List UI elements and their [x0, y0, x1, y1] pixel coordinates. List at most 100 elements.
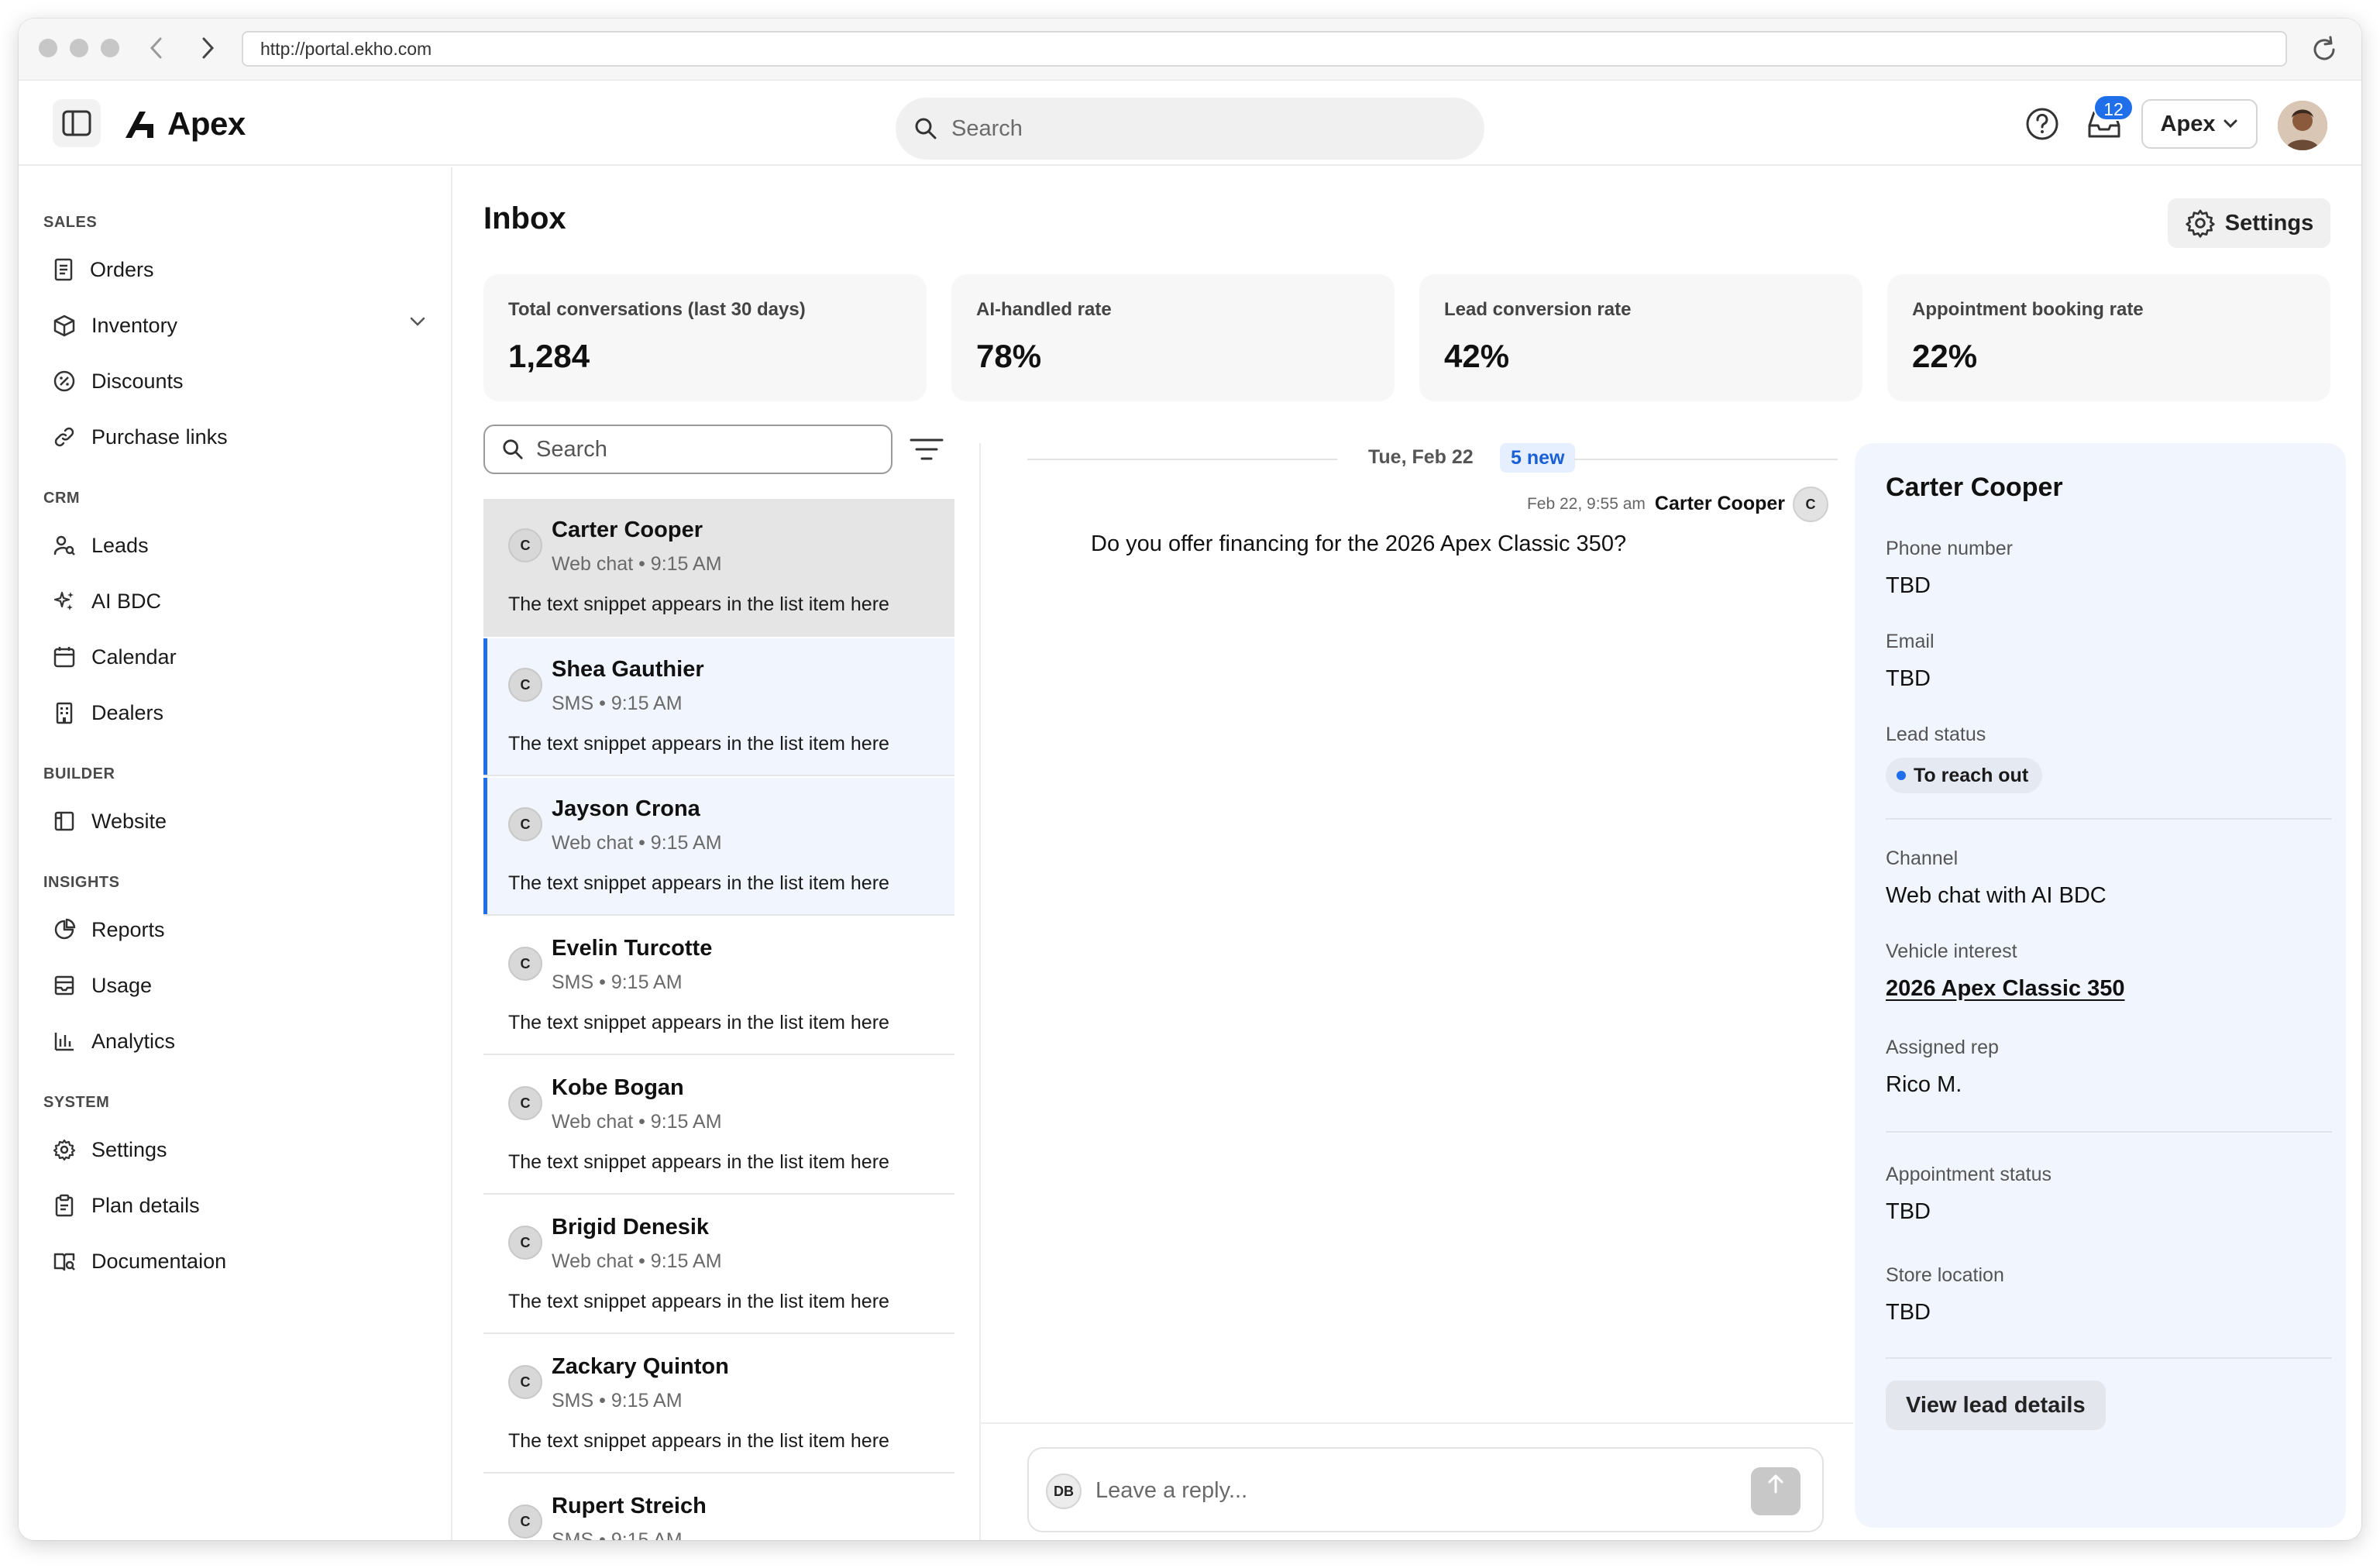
conversation-avatar: C: [508, 1086, 542, 1120]
conversation-avatar: C: [508, 668, 542, 702]
sidebar-item-label: Leads: [91, 533, 149, 557]
conversation-meta: SMS • 9:15 AM: [552, 1529, 683, 1540]
sidebar-item-discounts[interactable]: Discounts: [53, 361, 432, 401]
message-timestamp: Feb 22, 9:55 am: [1526, 494, 1646, 513]
user-search-icon: [53, 535, 75, 555]
sidebar-item-reports[interactable]: Reports: [53, 910, 432, 950]
receipt-icon: [54, 258, 73, 281]
back-button[interactable]: [143, 34, 170, 62]
date-line-left: [1027, 459, 1337, 460]
conversation-meta: Web chat • 9:15 AM: [552, 832, 722, 854]
sidebar-item-settings[interactable]: Settings: [53, 1130, 432, 1170]
sidebar-item-ai-bdc[interactable]: AI BDC: [53, 581, 432, 621]
conversation-item[interactable]: C Brigid Denesik Web chat • 9:15 AM The …: [483, 1196, 954, 1334]
sidebar-item-leads[interactable]: Leads: [53, 525, 432, 566]
conversation-avatar: C: [508, 807, 542, 841]
window-maximize-button[interactable]: [101, 39, 119, 57]
conversation-meta: SMS • 9:15 AM: [552, 1390, 683, 1412]
sidebar-item-plan-details[interactable]: Plan details: [53, 1185, 432, 1226]
help-circle-icon: [2026, 108, 2058, 140]
sidebar-item-label: Calendar: [91, 645, 177, 669]
window-close-button[interactable]: [39, 39, 57, 57]
page-title: Inbox: [483, 201, 566, 236]
email-label: Email: [1886, 631, 1935, 652]
sidebar-item-label: Purchase links: [91, 425, 228, 449]
conversation-snippet: The text snippet appears in the list ite…: [508, 1291, 889, 1312]
chevron-down-icon[interactable]: [409, 316, 426, 327]
building-icon: [56, 702, 73, 724]
sidebar-item-analytics[interactable]: Analytics: [53, 1021, 432, 1061]
filter-button[interactable]: [908, 434, 945, 465]
sidebar-item-orders[interactable]: Orders: [53, 249, 432, 290]
sidebar-item-dealers[interactable]: Dealers: [53, 693, 432, 733]
search-icon: [915, 118, 937, 139]
thread-date: Tue, Feb 22: [1368, 446, 1474, 468]
arrow-up-icon: [1768, 1474, 1783, 1494]
sidebar-toggle-button[interactable]: [53, 99, 101, 147]
forward-button[interactable]: [194, 34, 222, 62]
unread-indicator: [483, 638, 487, 775]
reload-icon: [2313, 36, 2335, 60]
help-button[interactable]: [2024, 105, 2061, 143]
stat-label: Total conversations (last 30 days): [508, 299, 806, 320]
conversation-item[interactable]: C Rupert Streich SMS • 9:15 AM: [483, 1475, 954, 1540]
conversation-search-input[interactable]: Search: [483, 425, 892, 474]
conversation-item[interactable]: C Zackary Quinton SMS • 9:15 AM The text…: [483, 1336, 954, 1473]
conversation-name: Zackary Quinton: [552, 1354, 729, 1379]
conversation-item[interactable]: C Shea Gauthier SMS • 9:15 AM The text s…: [483, 638, 954, 776]
vehicle-interest-label: Vehicle interest: [1886, 940, 2017, 962]
conversation-avatar: C: [508, 947, 542, 981]
inbox-stack-icon: [54, 975, 74, 995]
date-separator: Tue, Feb 22 5 new: [1027, 443, 1838, 474]
conversation-snippet: The text snippet appears in the list ite…: [508, 733, 889, 755]
reload-button[interactable]: [2309, 34, 2340, 65]
sidebar-item-purchase-links[interactable]: Purchase links: [53, 417, 432, 457]
sidebar-item-calendar[interactable]: Calendar: [53, 637, 432, 677]
section-label-insights: INSIGHTS: [43, 874, 120, 891]
sidebar-item-inventory[interactable]: Inventory: [53, 305, 432, 346]
app-header: Apex Search 12 Apex: [19, 81, 2361, 166]
vehicle-interest-link[interactable]: 2026 Apex Classic 350: [1886, 976, 2124, 1002]
reply-input[interactable]: DB Leave a reply...: [1027, 1447, 1824, 1532]
bar-chart-icon: [54, 1033, 74, 1051]
inbox-settings-button[interactable]: Settings: [2168, 198, 2330, 248]
phone-value: TBD: [1886, 573, 1931, 598]
user-avatar[interactable]: [2278, 101, 2327, 150]
browser-window: http://portal.ekho.com Apex Search 12 Ap…: [19, 19, 2361, 1540]
stat-value: 1,284: [508, 338, 590, 374]
global-search-placeholder: Search: [951, 115, 1023, 141]
view-lead-details-button[interactable]: View lead details: [1886, 1381, 2106, 1430]
send-button[interactable]: [1751, 1467, 1800, 1515]
conversation-name: Carter Cooper: [552, 518, 703, 542]
conversation-meta: SMS • 9:15 AM: [552, 971, 683, 993]
conversation-item[interactable]: C Evelin Turcotte SMS • 9:15 AM The text…: [483, 917, 954, 1055]
workspace-switcher[interactable]: Apex: [2141, 99, 2258, 149]
conversation-snippet: The text snippet appears in the list ite…: [508, 1012, 889, 1033]
sidebar-item-label: Plan details: [91, 1193, 200, 1217]
sidebar-item-label: Analytics: [91, 1029, 176, 1053]
conversation-item[interactable]: C Kobe Bogan Web chat • 9:15 AM The text…: [483, 1057, 954, 1195]
layout-icon: [54, 811, 74, 831]
sidebar-item-documentation[interactable]: Documentaion: [53, 1241, 432, 1281]
brand-logo[interactable]: Apex: [122, 102, 246, 146]
global-search-input[interactable]: Search: [896, 98, 1484, 160]
conversation-meta: Web chat • 9:15 AM: [552, 553, 722, 575]
sidebar-item-usage[interactable]: Usage: [53, 965, 432, 1006]
conversation-item[interactable]: C Carter Cooper Web chat • 9:15 AM The t…: [483, 499, 954, 637]
assigned-rep-value: Rico M.: [1886, 1072, 1962, 1097]
conversation-item[interactable]: C Jayson Crona Web chat • 9:15 AM The te…: [483, 778, 954, 916]
store-location-label: Store location: [1886, 1264, 2004, 1286]
status-dot-icon: [1897, 771, 1906, 780]
stat-card-appointment-booking-rate: Appointment booking rate 22%: [1887, 274, 2330, 401]
workspace-name: Apex: [2160, 111, 2216, 136]
sidebar-item-website[interactable]: Website: [53, 801, 432, 841]
conversation-name: Rupert Streich: [552, 1494, 707, 1518]
message-author: Carter Cooper: [1654, 493, 1785, 514]
conversation-meta: Web chat • 9:15 AM: [552, 1111, 722, 1133]
panel-divider: [1886, 1131, 2332, 1133]
address-bar[interactable]: http://portal.ekho.com: [242, 31, 2287, 67]
message-meta: Feb 22, 9:55 am Carter Cooper: [1527, 493, 1785, 515]
panel-divider: [1886, 1357, 2332, 1359]
conversation-avatar: C: [508, 528, 542, 562]
window-minimize-button[interactable]: [70, 39, 88, 57]
